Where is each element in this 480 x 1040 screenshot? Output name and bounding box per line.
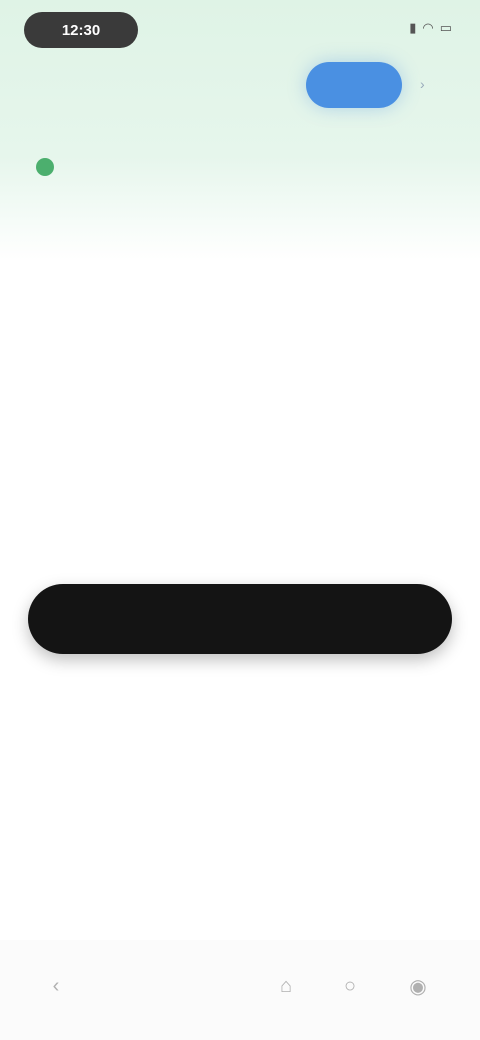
header-action-button[interactable] xyxy=(306,62,402,108)
battery-icon: ▭ xyxy=(439,20,452,35)
wifi-icon: ◠ xyxy=(422,20,434,35)
profile-icon[interactable]: ◉ xyxy=(398,966,438,1006)
bottom-navigation: ‹ ⌂ ○ ◉ xyxy=(0,940,480,1040)
status-time-pill: 12:30 xyxy=(24,12,138,48)
status-dot-icon xyxy=(36,158,54,176)
search-icon[interactable]: ○ xyxy=(330,966,370,1006)
chevron-right-icon[interactable]: › xyxy=(420,76,425,92)
header-row: › xyxy=(0,56,480,116)
signal-icon: ▮ xyxy=(409,20,417,35)
back-icon[interactable]: ‹ xyxy=(36,966,76,1006)
primary-action-button[interactable] xyxy=(28,584,452,654)
notice-row[interactable] xyxy=(36,150,72,176)
status-time: 12:30 xyxy=(61,21,101,39)
home-icon[interactable]: ⌂ xyxy=(266,966,306,1006)
status-bar: 12:30 ▮ ◠ ▭ xyxy=(0,0,480,56)
status-icons: ▮ ◠ ▭ xyxy=(409,20,452,36)
